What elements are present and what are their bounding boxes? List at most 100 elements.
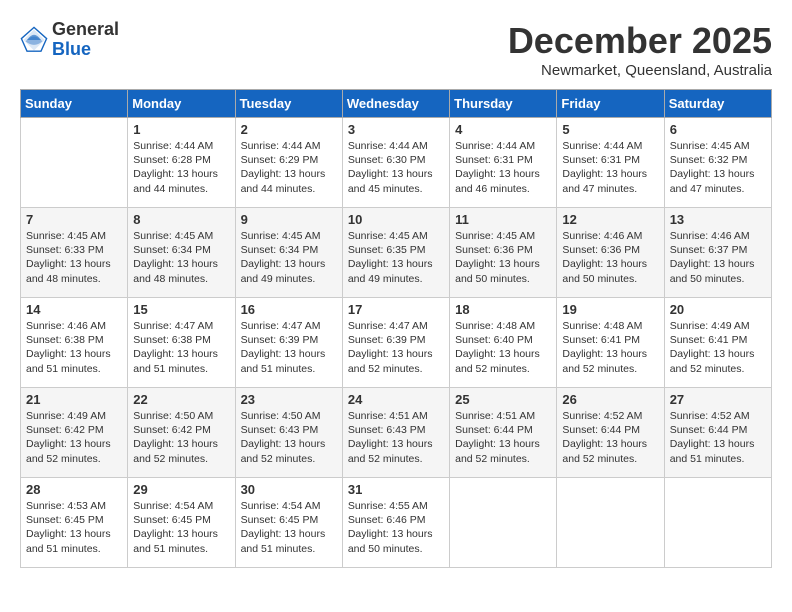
day-info: Sunrise: 4:50 AMSunset: 6:43 PMDaylight:… xyxy=(241,409,337,466)
day-number: 29 xyxy=(133,482,229,497)
day-info: Sunrise: 4:54 AMSunset: 6:45 PMDaylight:… xyxy=(133,499,229,556)
day-number: 18 xyxy=(455,302,551,317)
day-number: 11 xyxy=(455,212,551,227)
calendar-cell: 28 Sunrise: 4:53 AMSunset: 6:45 PMDayligh… xyxy=(21,478,128,568)
day-info: Sunrise: 4:51 AMSunset: 6:43 PMDaylight:… xyxy=(348,409,444,466)
calendar-cell: 9 Sunrise: 4:45 AMSunset: 6:34 PMDaylight… xyxy=(235,208,342,298)
day-info: Sunrise: 4:46 AMSunset: 6:36 PMDaylight:… xyxy=(562,229,658,286)
day-number: 6 xyxy=(670,122,766,137)
week-row-4: 21Sunrise: 4:49 AMSunset: 6:42 PMDayligh… xyxy=(21,388,772,478)
month-title: December 2025 xyxy=(508,20,772,62)
day-number: 21 xyxy=(26,392,122,407)
calendar-cell: 14 Sunrise: 4:46 AMSunset: 6:38 PMDayligh… xyxy=(21,298,128,388)
day-info: Sunrise: 4:44 AMSunset: 6:29 PMDaylight:… xyxy=(241,139,337,196)
day-info: Sunrise: 4:52 AMSunset: 6:44 PMDaylight:… xyxy=(562,409,658,466)
day-info: Sunrise: 4:50 AMSunset: 6:42 PMDaylight:… xyxy=(133,409,229,466)
day-info: Sunrise: 4:44 AMSunset: 6:31 PMDaylight:… xyxy=(562,139,658,196)
day-info: Sunrise: 4:44 AMSunset: 6:31 PMDaylight:… xyxy=(455,139,551,196)
calendar-cell: 13Sunrise: 4:46 AMSunset: 6:37 PMDayligh… xyxy=(664,208,771,298)
day-info: Sunrise: 4:53 AMSunset: 6:45 PMDaylight:… xyxy=(26,499,122,556)
calendar-cell: 1Sunrise: 4:44 AMSunset: 6:28 PMDaylight… xyxy=(128,118,235,208)
day-info: Sunrise: 4:46 AMSunset: 6:38 PMDaylight:… xyxy=(26,319,122,376)
calendar-cell: 16Sunrise: 4:47 AMSunset: 6:39 PMDayligh… xyxy=(235,298,342,388)
day-info: Sunrise: 4:55 AMSunset: 6:46 PMDaylight:… xyxy=(348,499,444,556)
day-number: 14 xyxy=(26,302,122,317)
column-header-monday: Monday xyxy=(128,90,235,118)
calendar-cell: 5 Sunrise: 4:44 AMSunset: 6:31 PMDaylight… xyxy=(557,118,664,208)
day-number: 22 xyxy=(133,392,229,407)
day-number: 23 xyxy=(241,392,337,407)
logo-text: General Blue xyxy=(52,20,119,60)
calendar-cell: 18 Sunrise: 4:48 AMSunset: 6:40 PMDayligh… xyxy=(450,298,557,388)
day-number: 1 xyxy=(133,122,229,137)
day-number: 8 xyxy=(133,212,229,227)
day-number: 28 xyxy=(26,482,122,497)
calendar-cell xyxy=(664,478,771,568)
week-row-2: 7 Sunrise: 4:45 AMSunset: 6:33 PMDaylight… xyxy=(21,208,772,298)
day-number: 3 xyxy=(348,122,444,137)
day-number: 24 xyxy=(348,392,444,407)
day-number: 30 xyxy=(241,482,337,497)
page-header: General Blue December 2025 Newmarket, Qu… xyxy=(20,20,772,79)
calendar-cell: 31 Sunrise: 4:55 AMSunset: 6:46 PMDayligh… xyxy=(342,478,449,568)
day-info: Sunrise: 4:54 AMSunset: 6:45 PMDaylight:… xyxy=(241,499,337,556)
week-row-1: 1Sunrise: 4:44 AMSunset: 6:28 PMDaylight… xyxy=(21,118,772,208)
day-number: 31 xyxy=(348,482,444,497)
calendar-cell: 17Sunrise: 4:47 AMSunset: 6:39 PMDayligh… xyxy=(342,298,449,388)
calendar-cell: 3 Sunrise: 4:44 AMSunset: 6:30 PMDaylight… xyxy=(342,118,449,208)
calendar-cell: 20 Sunrise: 4:49 AMSunset: 6:41 PMDayligh… xyxy=(664,298,771,388)
day-number: 26 xyxy=(562,392,658,407)
day-number: 16 xyxy=(241,302,337,317)
day-info: Sunrise: 4:51 AMSunset: 6:44 PMDaylight:… xyxy=(455,409,551,466)
day-info: Sunrise: 4:46 AMSunset: 6:37 PMDaylight:… xyxy=(670,229,766,286)
calendar-cell: 21Sunrise: 4:49 AMSunset: 6:42 PMDayligh… xyxy=(21,388,128,478)
calendar-cell: 7 Sunrise: 4:45 AMSunset: 6:33 PMDaylight… xyxy=(21,208,128,298)
day-info: Sunrise: 4:47 AMSunset: 6:38 PMDaylight:… xyxy=(133,319,229,376)
day-info: Sunrise: 4:44 AMSunset: 6:30 PMDaylight:… xyxy=(348,139,444,196)
week-row-5: 28 Sunrise: 4:53 AMSunset: 6:45 PMDayligh… xyxy=(21,478,772,568)
day-number: 20 xyxy=(670,302,766,317)
day-info: Sunrise: 4:48 AMSunset: 6:40 PMDaylight:… xyxy=(455,319,551,376)
calendar-cell: 26 Sunrise: 4:52 AMSunset: 6:44 PMDayligh… xyxy=(557,388,664,478)
column-header-thursday: Thursday xyxy=(450,90,557,118)
logo: General Blue xyxy=(20,20,119,60)
column-header-friday: Friday xyxy=(557,90,664,118)
day-number: 2 xyxy=(241,122,337,137)
calendar-cell: 10Sunrise: 4:45 AMSunset: 6:35 PMDayligh… xyxy=(342,208,449,298)
calendar-header-row: SundayMondayTuesdayWednesdayThursdayFrid… xyxy=(21,90,772,118)
column-header-sunday: Sunday xyxy=(21,90,128,118)
day-number: 7 xyxy=(26,212,122,227)
week-row-3: 14 Sunrise: 4:46 AMSunset: 6:38 PMDayligh… xyxy=(21,298,772,388)
day-info: Sunrise: 4:45 AMSunset: 6:33 PMDaylight:… xyxy=(26,229,122,286)
day-info: Sunrise: 4:45 AMSunset: 6:34 PMDaylight:… xyxy=(133,229,229,286)
calendar-cell: 12 Sunrise: 4:46 AMSunset: 6:36 PMDayligh… xyxy=(557,208,664,298)
day-number: 25 xyxy=(455,392,551,407)
calendar-cell: 27 Sunrise: 4:52 AMSunset: 6:44 PMDayligh… xyxy=(664,388,771,478)
day-number: 9 xyxy=(241,212,337,227)
day-info: Sunrise: 4:45 AMSunset: 6:32 PMDaylight:… xyxy=(670,139,766,196)
calendar-cell: 11 Sunrise: 4:45 AMSunset: 6:36 PMDayligh… xyxy=(450,208,557,298)
day-info: Sunrise: 4:45 AMSunset: 6:34 PMDaylight:… xyxy=(241,229,337,286)
day-number: 19 xyxy=(562,302,658,317)
day-info: Sunrise: 4:52 AMSunset: 6:44 PMDaylight:… xyxy=(670,409,766,466)
day-info: Sunrise: 4:47 AMSunset: 6:39 PMDaylight:… xyxy=(348,319,444,376)
day-info: Sunrise: 4:49 AMSunset: 6:41 PMDaylight:… xyxy=(670,319,766,376)
calendar-cell: 19 Sunrise: 4:48 AMSunset: 6:41 PMDayligh… xyxy=(557,298,664,388)
calendar-cell: 4Sunrise: 4:44 AMSunset: 6:31 PMDaylight… xyxy=(450,118,557,208)
day-number: 27 xyxy=(670,392,766,407)
day-number: 12 xyxy=(562,212,658,227)
day-number: 15 xyxy=(133,302,229,317)
calendar-cell: 29 Sunrise: 4:54 AMSunset: 6:45 PMDayligh… xyxy=(128,478,235,568)
day-number: 5 xyxy=(562,122,658,137)
day-info: Sunrise: 4:45 AMSunset: 6:36 PMDaylight:… xyxy=(455,229,551,286)
column-header-tuesday: Tuesday xyxy=(235,90,342,118)
day-info: Sunrise: 4:48 AMSunset: 6:41 PMDaylight:… xyxy=(562,319,658,376)
calendar-cell: 25 Sunrise: 4:51 AMSunset: 6:44 PMDayligh… xyxy=(450,388,557,478)
calendar-cell: 23 Sunrise: 4:50 AMSunset: 6:43 PMDayligh… xyxy=(235,388,342,478)
column-header-wednesday: Wednesday xyxy=(342,90,449,118)
calendar-cell: 22 Sunrise: 4:50 AMSunset: 6:42 PMDayligh… xyxy=(128,388,235,478)
column-header-saturday: Saturday xyxy=(664,90,771,118)
calendar-cell: 30 Sunrise: 4:54 AMSunset: 6:45 PMDayligh… xyxy=(235,478,342,568)
day-info: Sunrise: 4:45 AMSunset: 6:35 PMDaylight:… xyxy=(348,229,444,286)
calendar-cell xyxy=(450,478,557,568)
